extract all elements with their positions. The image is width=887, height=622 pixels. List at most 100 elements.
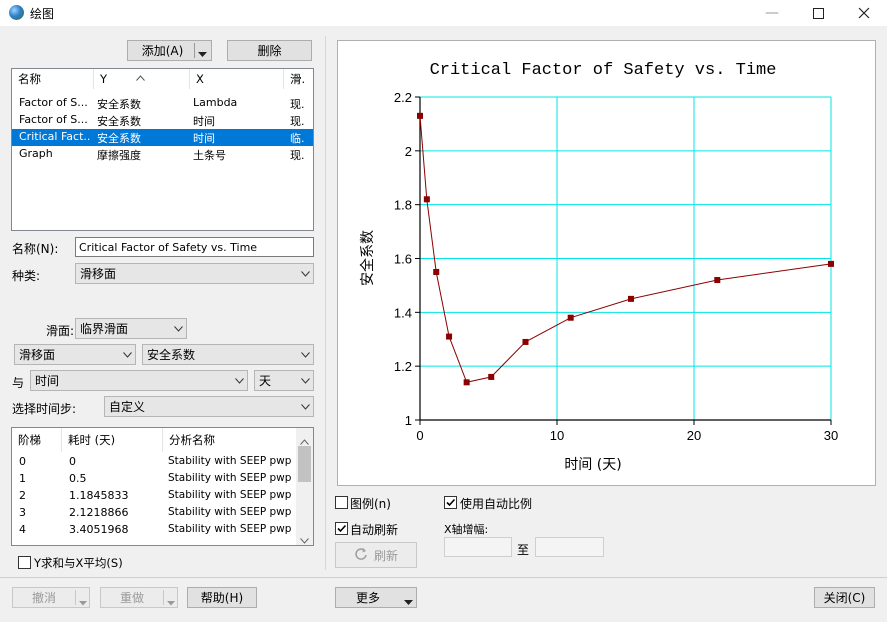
- close-window-icon[interactable]: [841, 0, 887, 26]
- refresh-icon: [354, 547, 368, 564]
- row-slip: 现.: [290, 115, 305, 128]
- row-slip: 现.: [290, 98, 305, 111]
- scroll-thumb[interactable]: [298, 446, 311, 482]
- list-item[interactable]: Graph 摩擦强度 土条号 现.: [12, 146, 313, 163]
- help-button[interactable]: 帮助(H): [187, 587, 257, 608]
- split-divider: [194, 43, 195, 58]
- chevron-down-icon: [301, 270, 310, 279]
- legend-checkbox[interactable]: [335, 496, 348, 509]
- y-value-value: 安全系数: [147, 348, 196, 362]
- cell-analysis: Stability with SEEP pwp: [168, 523, 292, 535]
- x-increment-to-input[interactable]: [535, 537, 604, 557]
- slip-surface-select[interactable]: 临界滑面: [75, 318, 187, 339]
- graph-list[interactable]: 名称 Y X 滑. Factor of S... 安全系数 Lambda 现. …: [11, 68, 314, 231]
- list-item[interactable]: Factor of S... 安全系数 时间 现.: [12, 112, 313, 129]
- chevron-down-icon[interactable]: [198, 47, 207, 61]
- type-select[interactable]: 滑移面: [75, 263, 314, 284]
- timestep-select[interactable]: 自定义: [104, 396, 314, 417]
- vertical-scrollbar[interactable]: [296, 428, 313, 545]
- auto-refresh-label: 自动刷新: [350, 523, 399, 537]
- chart-svg: 1 1.2 1.4 1.6 1.8 2 2.2 0 10 20 30 Critical Factor …: [359, 61, 838, 473]
- list-item[interactable]: Factor of S... 安全系数 Lambda 现.: [12, 95, 313, 112]
- split-divider: [75, 590, 76, 605]
- checkmark-icon: [446, 498, 456, 507]
- row-name: Critical Fact...: [19, 130, 91, 143]
- slip-surface-value: 临界滑面: [80, 322, 129, 336]
- column-header-time[interactable]: 耗时 (天): [62, 428, 163, 452]
- refresh-button[interactable]: 刷新: [335, 542, 417, 568]
- chevron-down-icon: [404, 595, 413, 609]
- table-row[interactable]: 0 0 Stability with SEEP pwp: [12, 454, 295, 471]
- chevron-down-icon[interactable]: [79, 595, 87, 609]
- column-header-x[interactable]: X: [190, 69, 284, 89]
- cell-time: 0: [69, 455, 76, 468]
- delete-button[interactable]: 删除: [227, 40, 312, 61]
- add-button[interactable]: 添加(A): [127, 40, 212, 61]
- to-label: 至: [517, 543, 530, 557]
- minimize-icon[interactable]: —: [749, 0, 795, 26]
- x-tick-label: 10: [550, 428, 564, 443]
- row-y: 安全系数: [97, 98, 141, 111]
- x-unit-select[interactable]: 天: [254, 370, 314, 391]
- column-header-analysis[interactable]: 分析名称: [163, 428, 295, 452]
- cell-time: 0.5: [69, 472, 87, 485]
- row-x: 土条号: [193, 149, 226, 162]
- type-label: 种类:: [12, 269, 41, 283]
- column-header-step[interactable]: 阶梯: [12, 428, 62, 452]
- x-value-value: 时间: [35, 374, 60, 388]
- list-item-selected[interactable]: Critical Fact... 安全系数 时间 临.: [12, 129, 313, 146]
- data-point: [417, 112, 423, 119]
- scroll-down-icon[interactable]: [300, 533, 309, 545]
- data-point: [488, 373, 495, 380]
- y-source-select[interactable]: 滑移面: [14, 344, 136, 365]
- data-point: [567, 314, 574, 321]
- row-x: Lambda: [193, 96, 238, 109]
- y-tick-label: 1.8: [394, 198, 412, 213]
- checkmark-icon: [337, 524, 347, 533]
- data-point: [463, 379, 470, 386]
- more-button[interactable]: 更多: [335, 587, 417, 608]
- auto-scale-checkbox[interactable]: [444, 496, 457, 509]
- name-input[interactable]: Critical Factor of Safety vs. Time: [75, 237, 314, 257]
- chart-panel: 1 1.2 1.4 1.6 1.8 2 2.2 0 10 20 30 Critical Factor …: [337, 40, 876, 486]
- column-header-name[interactable]: 名称: [12, 69, 94, 89]
- chart-title: Critical Factor of Safety vs. Time: [430, 61, 777, 80]
- cell-analysis: Stability with SEEP pwp: [168, 472, 292, 484]
- more-button-label: 更多: [355, 591, 380, 605]
- redo-button-label: 重做: [119, 591, 144, 605]
- cell-time: 1.1845833: [69, 489, 129, 502]
- row-y: 摩擦强度: [97, 149, 141, 162]
- name-label: 名称(N):: [12, 242, 59, 256]
- column-header-slip[interactable]: 滑.: [284, 69, 313, 89]
- redo-button[interactable]: 重做: [100, 587, 178, 608]
- title-bar: 绘图 —: [0, 0, 887, 26]
- maximize-icon[interactable]: [795, 0, 841, 26]
- y-value-select[interactable]: 安全系数: [142, 344, 314, 365]
- chevron-down-icon: [301, 403, 310, 412]
- cell-time: 3.4051968: [69, 523, 129, 536]
- undo-button[interactable]: 撤消: [12, 587, 90, 608]
- chevron-down-icon[interactable]: [167, 595, 175, 609]
- row-slip: 临.: [290, 132, 305, 145]
- y-sum-checkbox[interactable]: [18, 556, 31, 569]
- data-point: [714, 277, 721, 284]
- x-value-select[interactable]: 时间: [30, 370, 248, 391]
- cell-analysis: Stability with SEEP pwp: [168, 506, 292, 518]
- y-axis-label: 安全系数: [359, 230, 376, 286]
- x-increment-from-input[interactable]: [444, 537, 512, 557]
- sort-ascending-icon: [136, 70, 145, 84]
- auto-refresh-checkbox[interactable]: [335, 522, 348, 535]
- close-button[interactable]: 关闭(C): [814, 587, 875, 608]
- refresh-button-label: 刷新: [373, 548, 398, 563]
- window-title: 绘图: [30, 7, 55, 21]
- y-sum-label: Y求和与X平均(S): [34, 556, 123, 570]
- table-row[interactable]: 3 2.1218866 Stability with SEEP pwp: [12, 505, 295, 522]
- app-globe-icon: [9, 5, 24, 20]
- row-name: Graph: [19, 147, 53, 160]
- timestep-list[interactable]: 阶梯 耗时 (天) 分析名称 0 0 Stability with SEEP p…: [11, 427, 314, 546]
- data-point: [828, 260, 834, 267]
- table-row[interactable]: 4 3.4051968 Stability with SEEP pwp: [12, 522, 295, 539]
- table-row[interactable]: 1 0.5 Stability with SEEP pwp: [12, 471, 295, 488]
- y-tick-label: 1: [405, 413, 412, 428]
- table-row[interactable]: 2 1.1845833 Stability with SEEP pwp: [12, 488, 295, 505]
